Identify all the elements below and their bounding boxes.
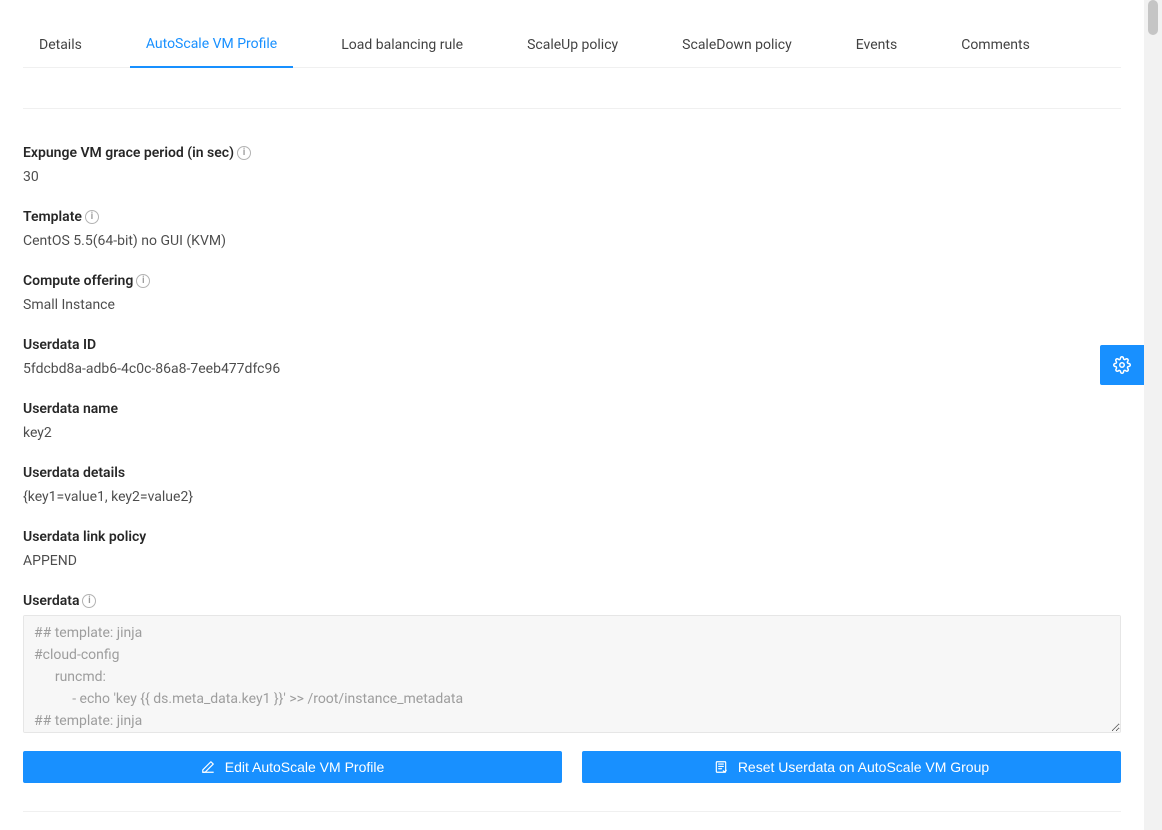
info-icon[interactable]: i: [85, 210, 99, 224]
tab-events[interactable]: Events: [840, 25, 913, 67]
divider: [23, 108, 1121, 109]
tab-details[interactable]: Details: [23, 25, 98, 67]
userdata-textarea[interactable]: [23, 615, 1121, 733]
value-compute-offering: Small Instance: [23, 295, 1121, 315]
edit-icon: [201, 760, 215, 774]
label-userdata-link-policy: Userdata link policy: [23, 527, 146, 547]
value-userdata-link-policy: APPEND: [23, 551, 1121, 571]
value-template: CentOS 5.5(64-bit) no GUI (KVM): [23, 231, 1121, 251]
settings-floating-button[interactable]: [1100, 345, 1144, 385]
tab-bar: Details AutoScale VM Profile Load balanc…: [23, 24, 1121, 68]
info-icon[interactable]: i: [82, 594, 96, 608]
edit-autoscale-vm-profile-button[interactable]: Edit AutoScale VM Profile: [23, 751, 562, 783]
reset-icon: [714, 760, 728, 774]
edit-button-label: Edit AutoScale VM Profile: [225, 759, 385, 775]
reset-userdata-button[interactable]: Reset Userdata on AutoScale VM Group: [582, 751, 1121, 783]
label-template: Template: [23, 207, 82, 227]
divider: [23, 811, 1121, 812]
gear-icon: [1113, 356, 1131, 374]
value-userdata-details: {key1=value1, key2=value2}: [23, 487, 1121, 507]
label-userdata: Userdata: [23, 591, 79, 611]
label-expunge-grace: Expunge VM grace period (in sec): [23, 143, 234, 163]
reset-button-label: Reset Userdata on AutoScale VM Group: [738, 759, 989, 775]
label-userdata-name: Userdata name: [23, 399, 118, 419]
tab-autoscale-vm-profile[interactable]: AutoScale VM Profile: [130, 24, 293, 68]
value-expunge-grace: 30: [23, 167, 1121, 187]
info-icon[interactable]: i: [237, 146, 251, 160]
tab-scaleup-policy[interactable]: ScaleUp policy: [511, 25, 634, 67]
tab-scaledown-policy[interactable]: ScaleDown policy: [666, 25, 808, 67]
info-icon[interactable]: i: [136, 274, 150, 288]
value-userdata-id: 5fdcbd8a-adb6-4c0c-86a8-7eeb477dfc96: [23, 359, 1121, 379]
label-userdata-details: Userdata details: [23, 463, 125, 483]
label-userdata-id: Userdata ID: [23, 335, 96, 355]
label-compute-offering: Compute offering: [23, 271, 133, 291]
tab-comments[interactable]: Comments: [945, 25, 1046, 67]
tab-load-balancing-rule[interactable]: Load balancing rule: [325, 25, 479, 67]
value-userdata-name: key2: [23, 423, 1121, 443]
page-scrollbar[interactable]: [1144, 0, 1162, 830]
